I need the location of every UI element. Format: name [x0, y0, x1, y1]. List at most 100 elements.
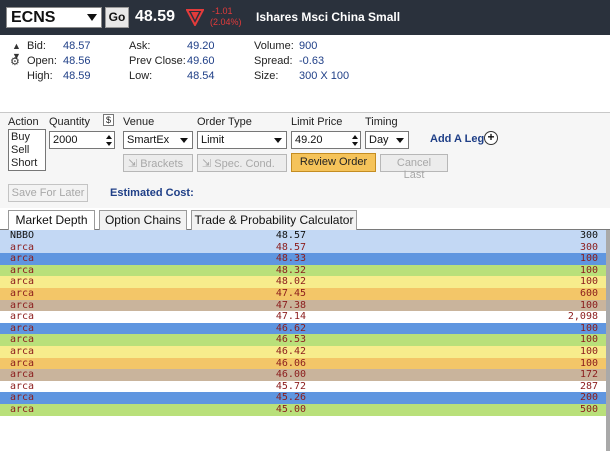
add-leg-link[interactable]: Add A Leg [430, 133, 484, 145]
depth-exchange: arca [10, 264, 35, 276]
ask-label: Ask: [129, 40, 151, 52]
scrollbar[interactable] [606, 230, 610, 451]
depth-price: 48.57 [275, 241, 306, 253]
depth-exchange: arca [10, 392, 35, 404]
order-type-value: Limit [201, 134, 225, 146]
depth-size: 100 [579, 264, 598, 276]
venue-value: SmartEx [127, 134, 170, 146]
depth-row[interactable]: arca 46.62 100 [0, 322, 610, 335]
plus-icon[interactable]: + [484, 131, 498, 145]
security-name: Ishares Msci China Small [256, 10, 401, 24]
depth-price: 47.38 [275, 299, 306, 311]
depth-exchange: arca [10, 322, 35, 334]
depth-exchange: arca [10, 311, 35, 323]
high-label: High: [27, 70, 53, 82]
symbol-select[interactable]: ECNS [6, 7, 102, 28]
chevron-down-icon [396, 138, 404, 143]
limit-price-label: Limit Price [291, 116, 343, 128]
brackets-button[interactable]: ⇲ Brackets [123, 154, 193, 172]
depth-exchange: arca [10, 369, 35, 381]
depth-price: 46.00 [275, 369, 306, 381]
depth-price: 48.02 [275, 276, 306, 288]
depth-size: 200 [579, 392, 598, 404]
depth-size: 100 [579, 357, 598, 369]
depth-price: 48.33 [275, 253, 306, 265]
depth-price: 46.53 [275, 334, 306, 346]
depth-size: 300 [579, 230, 598, 241]
depth-row[interactable]: arca 45.00 500 [0, 404, 610, 416]
depth-row[interactable]: arca 47.14 2,098 [0, 311, 610, 323]
action-short[interactable]: Short [11, 157, 43, 170]
save-for-later-button[interactable]: Save For Later [8, 184, 88, 202]
prev-close-label: Prev Close: [129, 55, 186, 67]
bid-label: Bid: [27, 40, 46, 52]
depth-row[interactable]: arca 47.38 100 [0, 299, 610, 312]
depth-row[interactable]: arca 46.53 100 [0, 334, 610, 346]
review-order-button[interactable]: Review Order [291, 153, 376, 172]
order-type-select[interactable]: Limit [197, 131, 287, 149]
action-sell[interactable]: Sell [11, 144, 43, 157]
depth-row[interactable]: arca 48.02 100 [0, 276, 610, 288]
tab-option-chains[interactable]: Option Chains [99, 210, 187, 230]
estimated-cost-label: Estimated Cost: [110, 187, 194, 199]
quantity-value: 2000 [53, 134, 78, 146]
depth-price: 45.72 [275, 380, 306, 392]
limit-price-stepper[interactable]: 49.20 [291, 131, 361, 149]
increment-icon[interactable] [106, 135, 112, 139]
depth-row[interactable]: arca 45.72 287 [0, 380, 610, 393]
price-change: -1.01 [212, 6, 233, 16]
depth-row[interactable]: arca 48.57 300 [0, 241, 610, 254]
depth-row[interactable]: NBBO 48.57 300 [0, 230, 610, 242]
dollar-toggle[interactable]: $ [103, 114, 114, 126]
depth-price: 48.32 [275, 264, 306, 276]
increment-icon[interactable] [352, 135, 358, 139]
cancel-last-button[interactable]: Cancel Last [380, 154, 448, 181]
depth-price: 48.57 [275, 230, 306, 241]
depth-row[interactable]: arca 47.45 600 [0, 288, 610, 300]
decrement-icon[interactable] [352, 142, 358, 146]
depth-size: 600 [579, 288, 598, 299]
depth-price: 46.42 [275, 346, 306, 357]
action-buy[interactable]: Buy [11, 131, 43, 144]
depth-exchange: arca [10, 253, 35, 265]
depth-price: 47.14 [275, 311, 306, 323]
expand-icon: ⇲ [202, 158, 212, 170]
volume-label: Volume: [254, 40, 294, 52]
expand-icon: ⇲ [128, 158, 138, 170]
depth-exchange: NBBO [10, 230, 35, 241]
decrement-icon[interactable] [106, 142, 112, 146]
depth-exchange: arca [10, 241, 35, 253]
ask-value: 49.20 [187, 40, 215, 52]
depth-size: 287 [579, 380, 598, 392]
timing-select[interactable]: Day [365, 131, 409, 149]
chevron-down-icon [274, 138, 282, 143]
depth-row[interactable]: arca 46.42 100 [0, 346, 610, 358]
depth-row[interactable]: arca 46.06 100 [0, 357, 610, 370]
brackets-label: Brackets [140, 158, 184, 170]
depth-price: 46.06 [275, 357, 306, 369]
volume-value: 900 [299, 40, 318, 52]
quantity-stepper[interactable]: 2000 [49, 131, 115, 149]
depth-row[interactable]: arca 46.00 172 [0, 369, 610, 381]
depth-row[interactable]: arca 48.33 100 [0, 253, 610, 265]
spec-cond-button[interactable]: ⇲ Spec. Cond. [197, 154, 287, 172]
high-value: 48.59 [63, 70, 91, 82]
depth-size: 172 [579, 369, 598, 381]
depth-exchange: arca [10, 299, 35, 311]
depth-size: 100 [579, 334, 598, 346]
depth-row[interactable]: arca 48.32 100 [0, 264, 610, 277]
depth-row[interactable]: arca 45.26 200 [0, 392, 610, 404]
go-button[interactable]: Go [105, 7, 129, 28]
size-label: Size: [254, 70, 279, 82]
action-label: Action [8, 116, 39, 128]
venue-select[interactable]: SmartEx [123, 131, 193, 149]
gear-icon[interactable]: ⚙ [10, 55, 20, 68]
depth-exchange: arca [10, 380, 35, 392]
tab-market-depth[interactable]: Market Depth [8, 210, 95, 231]
depth-size: 100 [579, 299, 598, 311]
depth-exchange: arca [10, 288, 35, 299]
action-list[interactable]: Buy Sell Short [8, 129, 46, 171]
quote-header: ECNS Go 48.59 -1.01 (2.04%) Ishares Msci… [0, 0, 610, 35]
tab-trade-probability-calculator[interactable]: Trade & Probability Calculator [191, 210, 357, 230]
depth-exchange: arca [10, 276, 35, 288]
